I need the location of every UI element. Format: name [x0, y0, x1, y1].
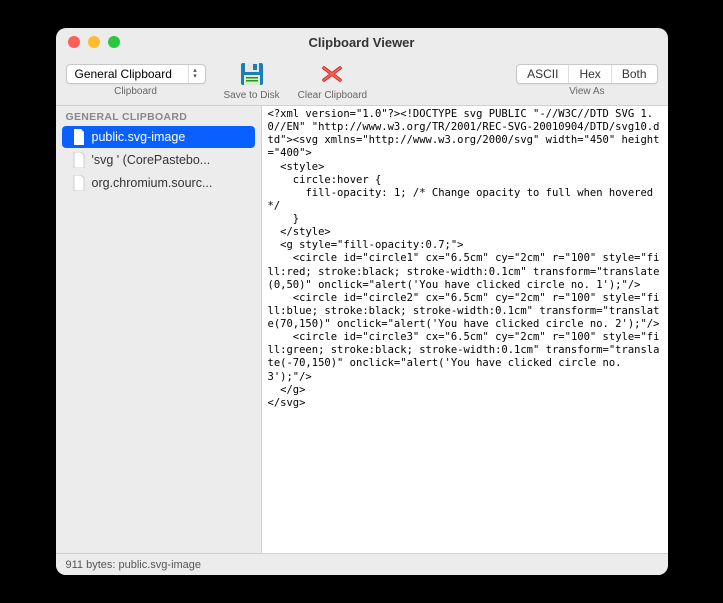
file-icon	[72, 175, 86, 191]
app-window: Clipboard Viewer General Clipboard ▴▾ Cl…	[56, 28, 668, 575]
chevron-updown-icon: ▴▾	[188, 65, 202, 83]
sidebar-header: GENERAL CLIPBOARD	[56, 106, 261, 126]
titlebar: Clipboard Viewer	[56, 28, 668, 56]
clear-clipboard-label: Clear Clipboard	[298, 90, 367, 101]
sidebar: GENERAL CLIPBOARD public.svg-image 'svg …	[56, 106, 262, 553]
x-delete-icon	[320, 62, 344, 86]
body: GENERAL CLIPBOARD public.svg-image 'svg …	[56, 106, 668, 553]
clipboard-selector-value: General Clipboard	[75, 67, 172, 81]
save-to-disk-label: Save to Disk	[224, 90, 280, 101]
view-as-both[interactable]: Both	[612, 65, 657, 83]
status-text: 911 bytes: public.svg-image	[66, 559, 202, 571]
view-as-segmented: ASCII Hex Both	[516, 64, 657, 84]
view-as-hex[interactable]: Hex	[569, 65, 611, 83]
view-as-label: View As	[569, 86, 604, 97]
clear-clipboard-section: Clear Clipboard	[298, 60, 367, 101]
close-window-button[interactable]	[68, 36, 80, 48]
clipboard-selector[interactable]: General Clipboard ▴▾	[66, 64, 206, 84]
clipboard-selector-label: Clipboard	[114, 86, 157, 97]
minimize-window-button[interactable]	[88, 36, 100, 48]
save-to-disk-section: Save to Disk	[224, 60, 280, 101]
sidebar-item-label: public.svg-image	[92, 130, 186, 144]
clipboard-selector-section: General Clipboard ▴▾ Clipboard	[66, 64, 206, 97]
save-to-disk-button[interactable]	[238, 60, 266, 88]
window-title: Clipboard Viewer	[56, 35, 668, 50]
view-as-ascii[interactable]: ASCII	[517, 65, 569, 83]
floppy-disk-icon	[239, 61, 265, 87]
sidebar-item-public-svg-image[interactable]: public.svg-image	[62, 126, 255, 148]
sidebar-item-org-chromium-sourc[interactable]: org.chromium.sourc...	[62, 172, 255, 194]
file-icon	[72, 152, 86, 168]
clear-clipboard-button[interactable]	[318, 60, 346, 88]
sidebar-item-label: 'svg ' (CorePastebo...	[92, 153, 211, 167]
toolbar: General Clipboard ▴▾ Clipboard Save to D…	[56, 56, 668, 106]
view-as-section: ASCII Hex Both View As	[516, 64, 657, 97]
sidebar-item-label: org.chromium.sourc...	[92, 176, 213, 190]
sidebar-item-svg-corepastebo[interactable]: 'svg ' (CorePastebo...	[62, 149, 255, 171]
content-view[interactable]: <?xml version="1.0"?><!DOCTYPE svg PUBLI…	[262, 106, 668, 553]
statusbar: 911 bytes: public.svg-image	[56, 553, 668, 575]
file-icon	[72, 129, 86, 145]
zoom-window-button[interactable]	[108, 36, 120, 48]
window-controls	[56, 36, 120, 48]
